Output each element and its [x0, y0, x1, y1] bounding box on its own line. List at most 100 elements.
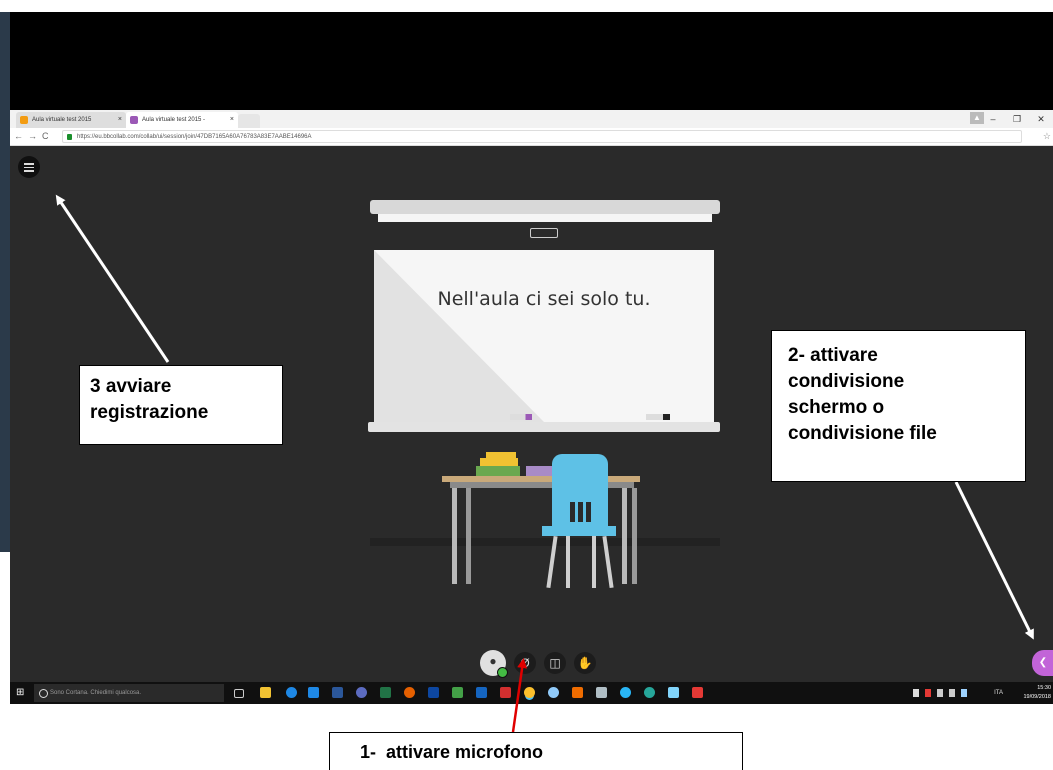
- close-tab-icon[interactable]: ×: [230, 112, 234, 128]
- session-controls: ● Ø ◫ ✋: [480, 650, 625, 678]
- floor-shadow: [370, 538, 720, 546]
- callout-line: condivisione file: [788, 423, 937, 444]
- close-tab-icon[interactable]: ×: [118, 112, 122, 128]
- screen-shadow: [374, 250, 544, 422]
- camera-off-icon: ◫: [549, 656, 561, 670]
- chair-leg: [566, 536, 570, 588]
- bookmark-star-icon[interactable]: ☆: [1043, 128, 1051, 145]
- browser-tab-strip: Aula virtuale test 2015 × Aula virtuale …: [10, 110, 1053, 128]
- url-text: https://eu.bbcollab.com/collab/ui/sessio…: [77, 134, 312, 140]
- cortana-icon: [39, 689, 48, 698]
- callout-line: 2- attivare: [788, 345, 878, 366]
- screen-ledge: [368, 422, 720, 432]
- app-icon[interactable]: [620, 687, 631, 698]
- photoshop-icon[interactable]: [428, 687, 439, 698]
- clock-time: 15:30: [1037, 685, 1051, 691]
- empty-room-message: Nell'aula ci sei solo tu.: [437, 288, 651, 310]
- camera-button[interactable]: ◫: [544, 652, 566, 674]
- hamburger-icon: [24, 163, 34, 165]
- minimize-button[interactable]: –: [981, 110, 1005, 128]
- desk-leg: [452, 488, 457, 584]
- collaborate-favicon-icon: [130, 116, 138, 124]
- callout-share: 2- attivare condivisione schermo o condi…: [771, 330, 1026, 482]
- chevron-left-icon: ❮: [1038, 657, 1048, 668]
- book-icon: [476, 466, 520, 476]
- back-button[interactable]: ←: [14, 131, 23, 141]
- cortana-search-input[interactable]: Sono Cortana. Chiedimi qualcosa.: [34, 684, 224, 702]
- lock-icon: [67, 134, 72, 140]
- windows-taskbar: ⊞ Sono Cortana. Chiedimi qualcosa. ITA 1…: [10, 682, 1053, 704]
- desktop-edge: [0, 12, 10, 552]
- pdf-icon[interactable]: [692, 687, 703, 698]
- browser-tab[interactable]: Aula virtuale test 2015 ×: [16, 112, 126, 128]
- app-icon[interactable]: [452, 687, 463, 698]
- tab-title: Aula virtuale test 2015 -: [142, 117, 206, 123]
- window-controls: – ❐ ✕: [981, 110, 1053, 128]
- system-tray-icons[interactable]: [913, 689, 973, 697]
- edge-icon[interactable]: [286, 687, 297, 698]
- chair-slot: [578, 502, 583, 522]
- callout-line: 3 avviare: [90, 376, 172, 397]
- empty-room-screen: Nell'aula ci sei solo tu.: [374, 250, 714, 422]
- microphone-off-icon: Ø: [520, 656, 530, 670]
- acrobat-icon[interactable]: [500, 687, 511, 698]
- app-icon[interactable]: [548, 687, 559, 698]
- app-icon[interactable]: [596, 687, 607, 698]
- app-icon[interactable]: [668, 687, 679, 698]
- url-input[interactable]: https://eu.bbcollab.com/collab/ui/sessio…: [62, 130, 1022, 143]
- hand-icon: ✋: [577, 656, 593, 670]
- black-bezel: [10, 12, 1053, 110]
- callout-line: condivisione: [788, 371, 905, 392]
- moodle-favicon-icon: [20, 116, 28, 124]
- raise-hand-button[interactable]: ✋: [574, 652, 596, 674]
- word-icon[interactable]: [332, 687, 343, 698]
- clock-date: 19/09/2018: [1023, 694, 1051, 700]
- projector-pull-handle: [530, 228, 558, 238]
- hamburger-icon: [24, 170, 34, 172]
- chair-seat: [542, 526, 616, 536]
- user-avatar-icon: ●: [489, 654, 497, 668]
- maximize-button[interactable]: ❐: [1005, 110, 1029, 128]
- tab-title: Aula virtuale test 2015: [32, 117, 92, 123]
- store-icon[interactable]: [308, 687, 319, 698]
- callout-line: schermo o: [788, 397, 885, 418]
- app-icon[interactable]: [572, 687, 583, 698]
- my-status-button[interactable]: ●: [480, 650, 508, 678]
- callout-line: 1- attivare microfono: [360, 742, 544, 762]
- cortana-placeholder: Sono Cortana. Chiedimi qualcosa.: [50, 690, 142, 696]
- marker-icon: [510, 414, 532, 420]
- app-icon[interactable]: [644, 687, 655, 698]
- book-icon: [480, 458, 518, 466]
- session-menu-button[interactable]: [18, 156, 40, 178]
- microphone-button[interactable]: Ø: [514, 652, 536, 674]
- forward-button[interactable]: →: [28, 131, 37, 141]
- callout-line: registrazione: [90, 402, 209, 423]
- app-icon[interactable]: [476, 687, 487, 698]
- language-indicator[interactable]: ITA: [994, 682, 1003, 704]
- marker-icon: [646, 414, 670, 420]
- excel-icon[interactable]: [380, 687, 391, 698]
- eye-app-icon[interactable]: [356, 687, 367, 698]
- close-window-button[interactable]: ✕: [1029, 110, 1053, 128]
- reload-button[interactable]: C: [42, 131, 49, 141]
- collaborate-panel-button[interactable]: ❮: [1032, 650, 1053, 676]
- status-dot-icon: [497, 667, 508, 678]
- new-tab-button[interactable]: [238, 114, 260, 128]
- firefox-icon[interactable]: [404, 687, 415, 698]
- browser-tab-active[interactable]: Aula virtuale test 2015 - ×: [126, 112, 238, 128]
- chair-slot: [570, 502, 575, 522]
- hamburger-icon: [24, 166, 34, 168]
- desk-leg: [632, 488, 637, 584]
- navigation-buttons: ← → C: [14, 128, 49, 145]
- callout-microphone: 1- attivare microfono: [329, 732, 743, 770]
- projector-screen-roll: [378, 214, 712, 222]
- windows-start-icon[interactable]: ⊞: [16, 688, 26, 698]
- task-view-icon[interactable]: [234, 689, 244, 698]
- chrome-icon[interactable]: [524, 687, 535, 698]
- projector-screen-case: [370, 200, 720, 214]
- chair-leg: [592, 536, 596, 588]
- chair-slot: [586, 502, 591, 522]
- address-bar: ← → C https://eu.bbcollab.com/collab/ui/…: [10, 128, 1053, 146]
- clock[interactable]: 15:30 19/09/2018: [1017, 684, 1051, 702]
- file-explorer-icon[interactable]: [260, 687, 271, 698]
